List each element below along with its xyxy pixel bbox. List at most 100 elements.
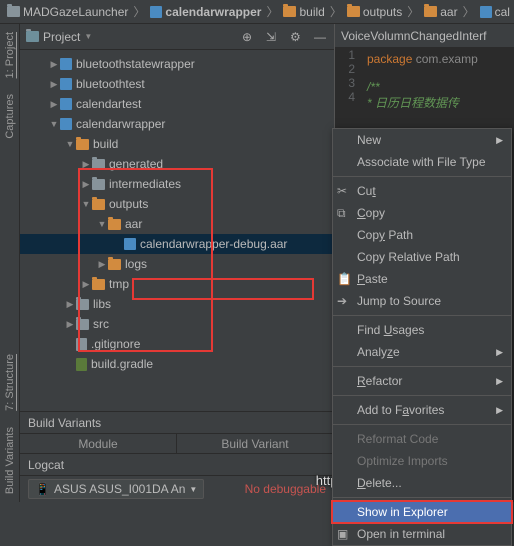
menu-separator xyxy=(333,395,511,396)
tree-node-src[interactable]: ▶src xyxy=(20,314,334,334)
project-panel-header: Project ▼ ⊕ ⇲ ⚙ — xyxy=(20,24,334,50)
breadcrumb-root[interactable]: MADGazeLauncher xyxy=(4,5,131,19)
chevron-down-icon: ▼ xyxy=(84,32,92,41)
folder-icon xyxy=(7,6,20,17)
menu-cut[interactable]: ✂Cut xyxy=(333,180,511,202)
module-icon xyxy=(60,118,72,130)
breadcrumb-item[interactable]: calendarwrapper xyxy=(147,5,264,19)
gear-icon[interactable]: ⚙ xyxy=(290,30,304,44)
folder-icon xyxy=(92,199,105,210)
column-build-variant[interactable]: Build Variant xyxy=(177,434,334,453)
chevron-right-icon: 〉 xyxy=(266,3,278,20)
no-debuggable-label: No debuggable xyxy=(245,482,326,496)
folder-icon xyxy=(108,259,121,270)
tree-node-generated[interactable]: ▶generated xyxy=(20,154,334,174)
menu-open-terminal[interactable]: ▣Open in terminal xyxy=(333,523,511,545)
panel-title-label: Project xyxy=(43,30,80,44)
menu-delete[interactable]: Delete... xyxy=(333,472,511,494)
tree-node-bluetoothtest[interactable]: ▶bluetoothtest xyxy=(20,74,334,94)
tree-node-calendarwrapper[interactable]: ▼calendarwrapper xyxy=(20,114,334,134)
breadcrumb-item[interactable]: build xyxy=(280,5,327,19)
phone-icon: 📱 xyxy=(35,482,50,496)
menu-add-favorites[interactable]: Add to Favorites▶ xyxy=(333,399,511,421)
menu-optimize-imports: Optimize Imports xyxy=(333,450,511,472)
menu-find-usages[interactable]: Find Usages xyxy=(333,319,511,341)
tab-project[interactable]: 1: Project xyxy=(2,24,18,86)
breadcrumb-label: cal xyxy=(495,5,510,19)
tree-node-aar[interactable]: ▼aar xyxy=(20,214,334,234)
menu-associate[interactable]: Associate with File Type xyxy=(333,151,511,173)
tree-node-logs[interactable]: ▶logs xyxy=(20,254,334,274)
chevron-right-icon: ▶ xyxy=(496,376,503,387)
keyword: package xyxy=(367,52,412,66)
breadcrumb-label: calendarwrapper xyxy=(165,5,261,19)
menu-new[interactable]: New▶ xyxy=(333,129,511,151)
module-icon xyxy=(150,6,162,18)
tree-node-libs[interactable]: ▶libs xyxy=(20,294,334,314)
terminal-icon: ▣ xyxy=(337,527,351,541)
breadcrumb-item[interactable]: outputs xyxy=(344,5,405,19)
device-selector[interactable]: 📱 ASUS ASUS_I001DA An ▼ xyxy=(28,479,204,499)
module-icon xyxy=(60,78,72,90)
menu-copy-path[interactable]: Copy Path xyxy=(333,224,511,246)
module-icon xyxy=(480,6,492,18)
scissors-icon: ✂ xyxy=(337,184,351,198)
collapse-icon[interactable]: ⇲ xyxy=(266,30,280,44)
folder-icon xyxy=(92,179,105,190)
folder-icon xyxy=(92,159,105,170)
module-icon xyxy=(60,58,72,70)
tree-node-intermediates[interactable]: ▶intermediates xyxy=(20,174,334,194)
project-tree[interactable]: ▶bluetoothstatewrapper ▶bluetoothtest ▶c… xyxy=(20,50,334,411)
menu-jump-to-source[interactable]: ➔Jump to Source xyxy=(333,290,511,312)
chevron-right-icon: ▶ xyxy=(496,405,503,416)
tree-node-tmp[interactable]: ▶tmp xyxy=(20,274,334,294)
tab-captures[interactable]: Captures xyxy=(2,86,18,147)
hide-icon[interactable]: — xyxy=(314,30,328,44)
breadcrumb-label: build xyxy=(299,5,324,19)
gradle-icon xyxy=(76,358,87,371)
menu-copy[interactable]: ⧉Copy xyxy=(333,202,511,224)
tree-node-bluetoothstatewrapper[interactable]: ▶bluetoothstatewrapper xyxy=(20,54,334,74)
chevron-right-icon: 〉 xyxy=(407,3,419,20)
folder-icon xyxy=(347,6,360,17)
tree-node-build[interactable]: ▼build xyxy=(20,134,334,154)
clipboard-icon: 📋 xyxy=(337,272,351,286)
project-view-selector[interactable]: Project ▼ xyxy=(26,30,92,44)
build-variants-title: Build Variants xyxy=(20,412,334,434)
tree-node-gitignore[interactable]: .gitignore xyxy=(20,334,334,354)
comment: /** xyxy=(367,80,510,94)
chevron-right-icon: 〉 xyxy=(330,3,342,20)
column-module[interactable]: Module xyxy=(20,434,177,453)
menu-reformat: Reformat Code xyxy=(333,428,511,450)
editor-gutter: 1234 xyxy=(335,48,359,104)
tree-node-build-gradle[interactable]: build.gradle xyxy=(20,354,334,374)
context-menu: New▶ Associate with File Type ✂Cut ⧉Copy… xyxy=(332,128,512,546)
menu-separator xyxy=(333,176,511,177)
breadcrumb-label: aar xyxy=(440,5,457,19)
menu-copy-relative-path[interactable]: Copy Relative Path xyxy=(333,246,511,268)
tab-structure[interactable]: 7: Structure xyxy=(2,346,18,419)
breadcrumb-item[interactable]: cal xyxy=(477,5,513,19)
menu-paste[interactable]: 📋Paste xyxy=(333,268,511,290)
code-text: com.examp xyxy=(416,52,478,66)
logcat-title: Logcat xyxy=(20,454,334,476)
breadcrumb-label: outputs xyxy=(363,5,402,19)
tree-node-outputs[interactable]: ▼outputs xyxy=(20,194,334,214)
folder-icon xyxy=(424,6,437,17)
menu-refactor[interactable]: Refactor▶ xyxy=(333,370,511,392)
tab-build-variants[interactable]: Build Variants xyxy=(2,419,18,502)
folder-icon xyxy=(76,299,89,310)
file-icon xyxy=(76,338,87,351)
logcat-toolbar: 📱 ASUS ASUS_I001DA An ▼ No debuggable xyxy=(20,476,334,502)
menu-show-in-explorer[interactable]: Show in Explorer xyxy=(333,501,511,523)
arrow-icon: ➔ xyxy=(337,294,351,308)
folder-icon xyxy=(76,139,89,150)
breadcrumb-item[interactable]: aar xyxy=(421,5,460,19)
copy-icon: ⧉ xyxy=(337,206,351,220)
menu-analyze[interactable]: Analyze▶ xyxy=(333,341,511,363)
folder-icon xyxy=(76,319,89,330)
tree-node-aar-file[interactable]: calendarwrapper-debug.aar xyxy=(20,234,334,254)
editor-tab[interactable]: VoiceVolumnChangedInterf xyxy=(335,24,514,48)
tree-node-calendartest[interactable]: ▶calendartest xyxy=(20,94,334,114)
scroll-target-icon[interactable]: ⊕ xyxy=(242,30,256,44)
